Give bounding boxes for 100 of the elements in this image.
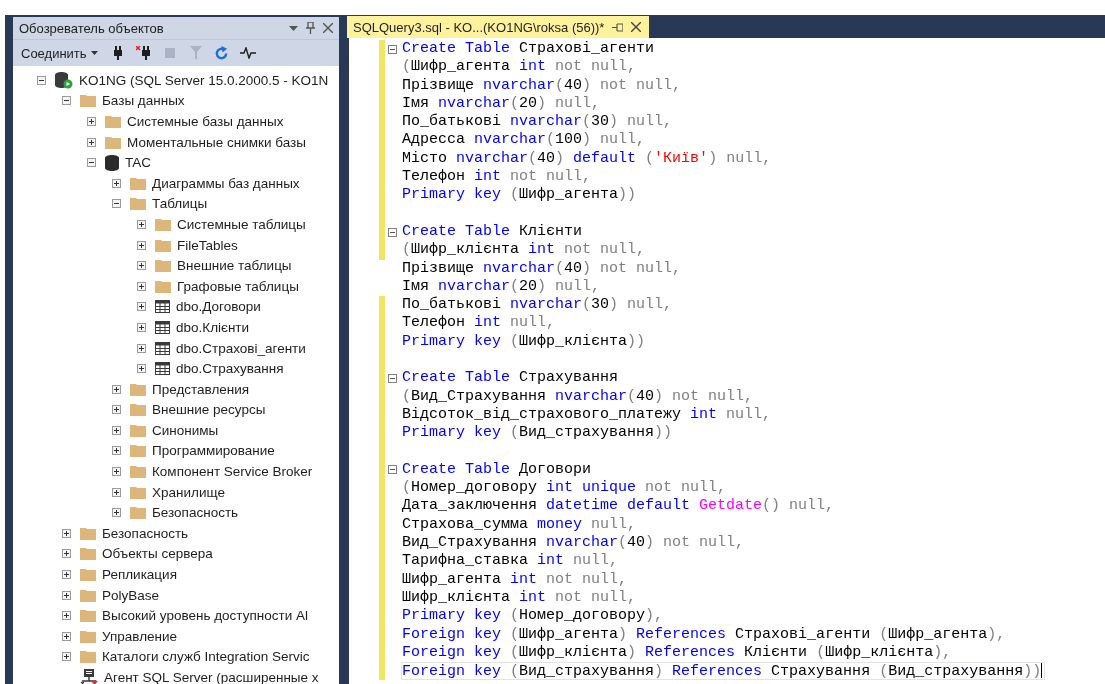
expander-toggle[interactable] xyxy=(62,611,71,621)
expander-toggle[interactable] xyxy=(112,446,121,456)
tree-item[interactable]: dbo.Страхування xyxy=(176,361,284,377)
close-icon[interactable] xyxy=(323,23,333,33)
document-tab[interactable]: SQLQuery3.sql - KO...(KO1NG\roksa (56))* xyxy=(347,16,650,38)
tree-item[interactable]: Объекты сервера xyxy=(102,546,213,562)
tree-item[interactable]: TAC xyxy=(125,155,151,171)
tree-item[interactable]: KO1NG (SQL Server 15.0.2000.5 - KO1N xyxy=(79,72,329,88)
tree-item[interactable]: Таблицы xyxy=(152,196,208,212)
tree-item[interactable]: Каталоги служб Integration Servic xyxy=(102,649,310,665)
expander-toggle[interactable] xyxy=(62,528,71,538)
tree-item[interactable]: Агент SQL Server (расширенные х xyxy=(104,670,319,684)
collapse-toggle[interactable] xyxy=(388,374,397,383)
toolbar-button[interactable] xyxy=(135,45,152,61)
tree-item[interactable]: dbo.Страхові_агенти xyxy=(176,340,306,356)
plus-icon xyxy=(63,591,70,599)
code-line: Телефон int not null, xyxy=(401,168,593,187)
expander-toggle[interactable] xyxy=(137,261,146,271)
code-line: По_батькові nvarchar(30) null, xyxy=(401,113,674,132)
collapse-toggle[interactable] xyxy=(388,44,397,54)
tree-item[interactable]: dbo.Клієнти xyxy=(176,319,250,335)
expander-toggle[interactable] xyxy=(112,405,121,415)
expander-toggle[interactable] xyxy=(87,158,96,168)
tree-item[interactable]: Моментальные снимки базы xyxy=(127,134,306,150)
expander-toggle[interactable] xyxy=(112,425,121,435)
pin-icon[interactable] xyxy=(612,22,624,32)
code-editor[interactable] xyxy=(349,38,1105,684)
tree-item[interactable]: Высокий уровень доступности Al xyxy=(102,608,308,624)
expander-toggle[interactable] xyxy=(112,384,121,394)
collapse-toggle[interactable] xyxy=(388,227,397,237)
expander-toggle[interactable] xyxy=(62,570,71,580)
folder-icon xyxy=(155,259,171,273)
expander-toggle[interactable] xyxy=(137,302,146,312)
expander-toggle[interactable] xyxy=(137,343,146,353)
code-line: Телефон int null, xyxy=(401,314,557,333)
expander-toggle[interactable] xyxy=(87,117,96,126)
tree-item[interactable]: Компонент Service Broker xyxy=(152,464,313,480)
tree-item[interactable]: Системные таблицы xyxy=(177,216,306,232)
folder-icon xyxy=(130,485,146,499)
tree-item[interactable]: Внешние таблицы xyxy=(177,258,292,274)
folder-icon xyxy=(80,547,96,561)
refresh-icon xyxy=(214,45,230,61)
expander-toggle[interactable] xyxy=(112,199,121,209)
tree-item[interactable]: Базы данных xyxy=(102,93,185,109)
expander-toggle[interactable] xyxy=(137,281,146,291)
tree-item[interactable]: dbo.Договори xyxy=(176,299,261,315)
tree-item[interactable]: Диаграммы баз данных xyxy=(152,175,300,191)
expander-toggle[interactable] xyxy=(137,322,146,332)
table-icon xyxy=(155,300,170,314)
expander-toggle[interactable] xyxy=(62,631,71,641)
tree-item[interactable]: Хранилище xyxy=(152,484,225,500)
folder-icon xyxy=(80,526,96,540)
tree-item[interactable]: FileTables xyxy=(177,237,238,253)
toolbar-button[interactable] xyxy=(239,45,256,61)
tree-item[interactable]: Управление xyxy=(102,628,178,644)
expander-toggle[interactable] xyxy=(62,549,71,559)
tree-item[interactable]: Представления xyxy=(152,381,250,397)
expander-toggle[interactable] xyxy=(62,590,71,600)
tree-item[interactable]: Безопасность xyxy=(102,525,189,541)
code-line: Страхова_сумма money null, xyxy=(401,515,638,534)
plus-icon xyxy=(63,550,70,558)
expander-toggle[interactable] xyxy=(37,75,46,85)
plus-icon xyxy=(113,385,120,393)
expander-toggle[interactable] xyxy=(137,240,146,250)
table-icon xyxy=(155,320,170,334)
expander-toggle[interactable] xyxy=(137,219,146,229)
code-line: Create Table Страхові_агенти xyxy=(401,40,656,59)
expander-toggle[interactable] xyxy=(112,467,121,477)
folder-icon xyxy=(80,650,96,664)
tree-item[interactable]: Программирование xyxy=(152,443,275,459)
expander-toggle[interactable] xyxy=(137,364,146,374)
plus-icon xyxy=(88,138,95,146)
tree-item[interactable]: Внешние ресурсы xyxy=(152,402,266,418)
plus-icon xyxy=(138,282,145,290)
tree-item[interactable]: Синонимы xyxy=(152,422,219,438)
dropdown-icon[interactable] xyxy=(289,25,298,31)
plus-icon xyxy=(138,262,145,270)
collapse-toggle[interactable] xyxy=(388,465,397,475)
code-line: (Вид_Страхування nvarchar(40) not null, xyxy=(401,387,755,406)
tree-item[interactable]: Системные базы данных xyxy=(127,114,284,129)
close-icon[interactable] xyxy=(631,22,642,32)
pulse-icon xyxy=(239,47,256,59)
tree-item[interactable]: Безопасность xyxy=(152,505,239,521)
pin-icon[interactable] xyxy=(306,22,315,34)
plus-icon xyxy=(138,365,145,373)
expander-toggle[interactable] xyxy=(62,652,71,662)
code-line: Імя nvarchar(20) null, xyxy=(401,277,602,296)
tree-item[interactable]: PolyBase xyxy=(102,587,160,603)
connect-button[interactable]: Соединить xyxy=(19,43,100,63)
expander-toggle[interactable] xyxy=(112,178,121,188)
tree-item[interactable]: Графовые таблицы xyxy=(177,278,299,294)
expander-toggle[interactable] xyxy=(87,137,96,147)
expander-toggle[interactable] xyxy=(112,487,121,497)
expander-toggle[interactable] xyxy=(112,508,121,518)
plus-icon xyxy=(138,303,145,311)
folder-icon xyxy=(155,279,171,293)
code-line: Foreign key (Шифр_клієнта) References Клієнти (Шифр_клієнта), xyxy=(401,643,953,663)
tree-item[interactable]: Репликация xyxy=(102,567,177,583)
expander-toggle[interactable] xyxy=(62,96,71,106)
code-line: Прізвище nvarchar(40) not null, xyxy=(401,76,683,95)
